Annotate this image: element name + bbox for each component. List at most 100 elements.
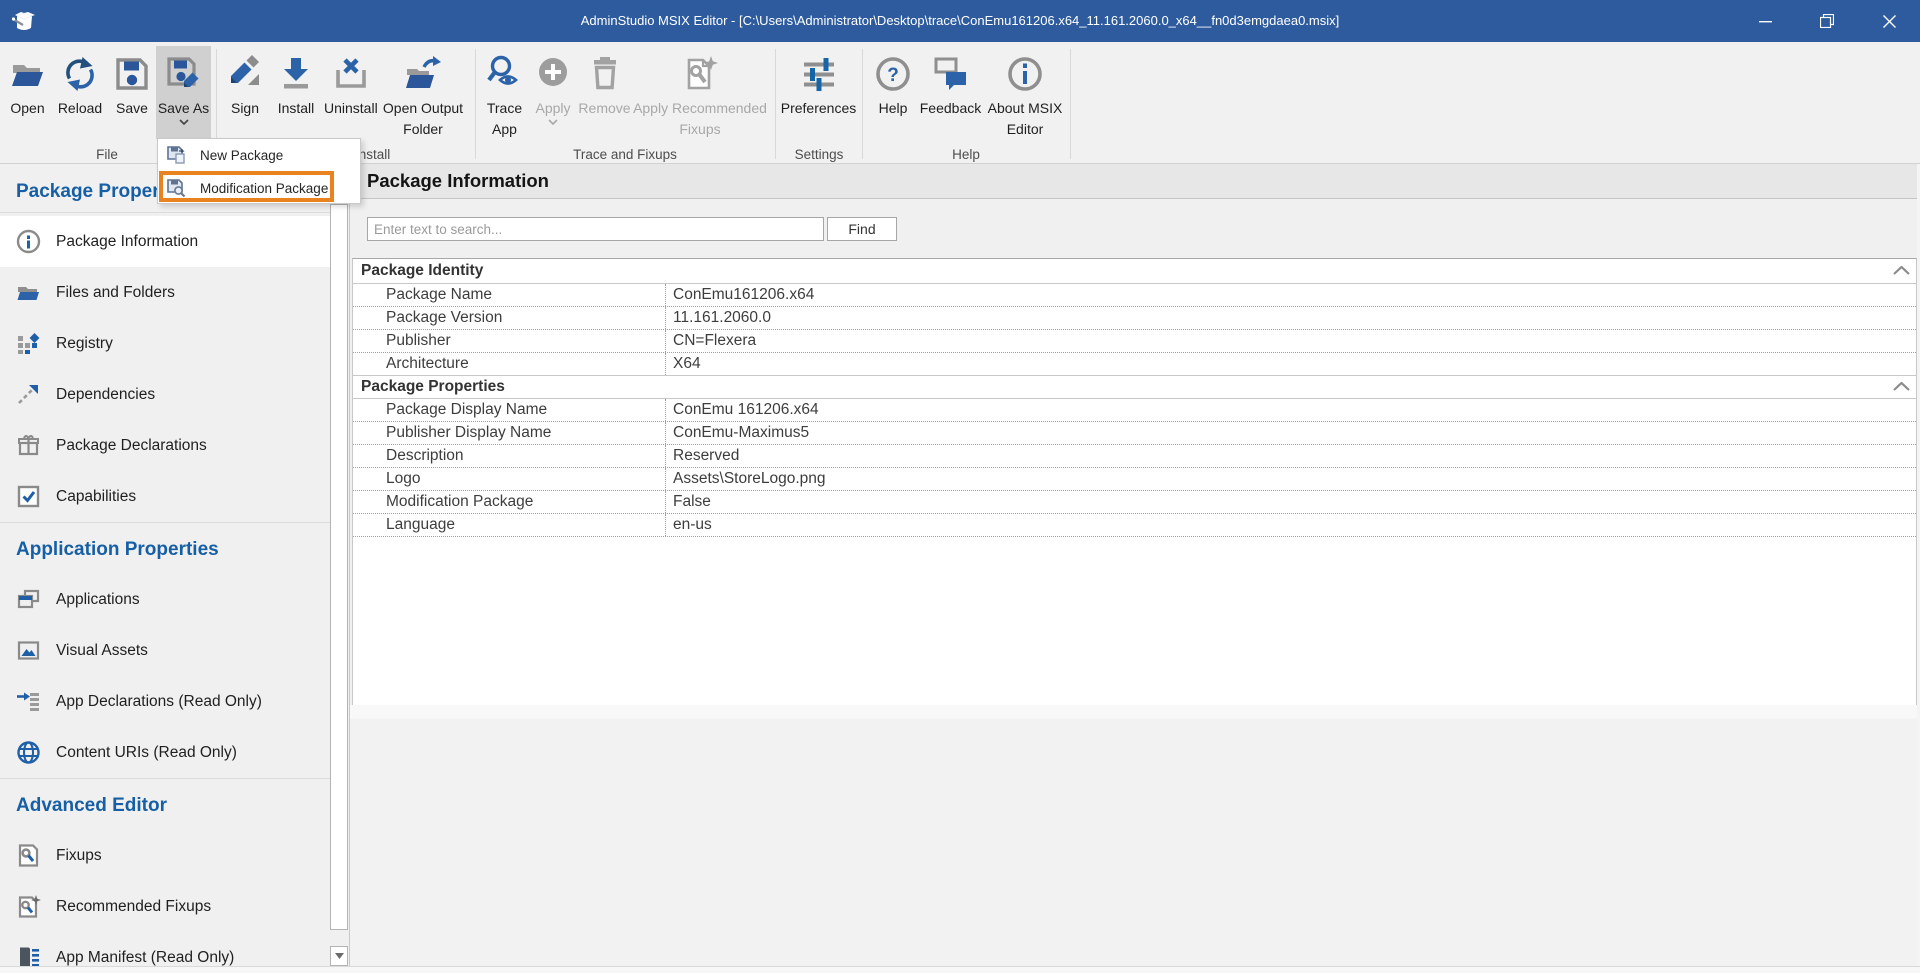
property-value[interactable]: ConEmu-Maximus5	[666, 422, 1916, 444]
table-row[interactable]: Publisher Display Name ConEmu-Maximus5	[353, 422, 1916, 445]
save-as-button[interactable]: Save As	[156, 46, 211, 139]
trace-app-button[interactable]: Trace App	[479, 46, 530, 139]
sidebar-item-label: Visual Assets	[56, 625, 148, 676]
sidebar-item-files-and-folders[interactable]: Files and Folders	[0, 267, 330, 318]
property-value[interactable]: ConEmu161206.x64	[666, 284, 1916, 306]
sidebar-item-label: Recommended Fixups	[56, 881, 211, 932]
open-output-folder-button[interactable]: Open Output Folder	[375, 46, 471, 139]
sign-button[interactable]: Sign	[222, 46, 268, 139]
property-value[interactable]: X64	[666, 353, 1916, 375]
window-title: AdminStudio MSIX Editor - [C:\Users\Admi…	[0, 0, 1920, 42]
sidebar-item-label: Package Information	[56, 216, 198, 267]
ribbon-button-label: Help	[871, 98, 915, 119]
save-button[interactable]: Save	[108, 46, 156, 139]
uninstall-button[interactable]: Uninstall	[324, 46, 377, 139]
group-separator	[1070, 49, 1071, 159]
menu-item-label: New Package	[200, 139, 283, 172]
property-value[interactable]: False	[666, 491, 1916, 513]
sidebar-item-capabilities[interactable]: Capabilities	[0, 471, 330, 522]
sidebar-item-label: Content URIs (Read Only)	[56, 727, 237, 778]
sidebar-item-label: Package Declarations	[56, 420, 207, 471]
table-section-header-package-properties[interactable]: Package Properties	[353, 376, 1916, 399]
info-circle-icon	[16, 229, 41, 254]
table-row[interactable]: Logo Assets\StoreLogo.png	[353, 468, 1916, 491]
ribbon-button-label: Open	[3, 98, 52, 119]
chevron-down-icon	[548, 119, 558, 125]
chevron-up-icon[interactable]	[1893, 382, 1910, 391]
menu-item-new-package[interactable]: New Package	[158, 139, 360, 172]
property-name: Language	[353, 514, 666, 536]
table-row[interactable]: Publisher CN=Flexera	[353, 330, 1916, 353]
table-row[interactable]: Description Reserved	[353, 445, 1916, 468]
sidebar-scrollbar-down-button[interactable]	[330, 946, 348, 966]
sidebar-item-registry[interactable]: Registry	[0, 318, 330, 369]
modification-package-icon	[166, 178, 186, 198]
sidebar-nav: Package Properties Package Information F…	[0, 164, 330, 966]
install-button[interactable]: Install	[268, 46, 324, 139]
sidebar-item-applications[interactable]: Applications	[0, 574, 330, 625]
sidebar-item-recommended-fixups[interactable]: Recommended Fixups	[0, 881, 330, 932]
sidebar-separator	[0, 778, 330, 779]
ribbon-button-label: Preferences	[779, 98, 858, 119]
find-button[interactable]: Find	[827, 217, 897, 241]
apply-button[interactable]: Apply	[530, 46, 576, 139]
help-button[interactable]: ? Help	[871, 46, 915, 139]
preferences-button[interactable]: Preferences	[779, 46, 858, 139]
sidebar-item-label: App Manifest (Read Only)	[56, 932, 234, 966]
property-value[interactable]: ConEmu 161206.x64	[666, 399, 1916, 421]
property-value[interactable]: Assets\StoreLogo.png	[666, 468, 1916, 490]
ribbon-button-label: About MSIX Editor	[983, 98, 1067, 140]
feedback-button[interactable]: Feedback	[915, 46, 986, 139]
table-row[interactable]: Package Name ConEmu161206.x64	[353, 284, 1916, 307]
restore-button[interactable]	[1804, 0, 1850, 42]
table-row[interactable]: Modification Package False	[353, 491, 1916, 514]
close-button[interactable]	[1866, 0, 1912, 42]
property-table: Package Identity Package Name ConEmu1612…	[352, 258, 1917, 705]
sidebar-item-package-declarations[interactable]: Package Declarations	[0, 420, 330, 471]
group-separator	[775, 49, 776, 159]
sidebar-item-visual-assets[interactable]: Visual Assets	[0, 625, 330, 676]
menu-item-modification-package[interactable]: Modification Package	[158, 172, 360, 205]
property-value[interactable]: CN=Flexera	[666, 330, 1916, 352]
image-icon	[16, 638, 41, 663]
page-title: Package Information	[367, 164, 549, 198]
app-windows-icon	[16, 587, 41, 612]
ribbon-group-label-settings: Settings	[779, 147, 859, 163]
ribbon-button-label: Feedback	[915, 98, 986, 119]
sidebar-item-label: Dependencies	[56, 369, 155, 420]
page-header-band: Package Information	[350, 164, 1917, 199]
uninstall-icon	[332, 55, 370, 93]
property-value[interactable]: en-us	[666, 514, 1916, 536]
sidebar-item-dependencies[interactable]: Dependencies	[0, 369, 330, 420]
sidebar-item-app-manifest[interactable]: App Manifest (Read Only)	[0, 932, 330, 966]
open-button[interactable]: Open	[3, 46, 52, 139]
open-output-folder-icon	[404, 55, 442, 93]
chevron-down-icon	[179, 119, 189, 125]
ribbon-button-label: Save As	[156, 98, 211, 119]
save-as-dropdown-menu: New Package Modification Package	[157, 138, 361, 204]
table-row[interactable]: Language en-us	[353, 514, 1916, 537]
sidebar-scrollbar-thumb[interactable]	[330, 204, 348, 930]
about-msix-editor-button[interactable]: About MSIX Editor	[983, 46, 1067, 139]
table-row[interactable]: Architecture X64	[353, 353, 1916, 376]
property-name: Architecture	[353, 353, 666, 375]
restore-icon	[1820, 14, 1834, 28]
sidebar-item-app-declarations[interactable]: App Declarations (Read Only)	[0, 676, 330, 727]
table-row[interactable]: Package Display Name ConEmu 161206.x64	[353, 399, 1916, 422]
property-value[interactable]: Reserved	[666, 445, 1916, 467]
sidebar-item-package-information[interactable]: Package Information	[0, 216, 330, 267]
arrow-list-icon	[16, 689, 41, 714]
chevron-up-icon[interactable]	[1893, 266, 1910, 275]
sidebar-item-content-uris[interactable]: Content URIs (Read Only)	[0, 727, 330, 778]
property-value[interactable]: 11.161.2060.0	[666, 307, 1916, 329]
install-arrow-icon	[277, 55, 315, 93]
reload-button[interactable]: Reload	[52, 46, 108, 139]
remove-button[interactable]: Remove	[576, 46, 633, 139]
sidebar-item-fixups[interactable]: Fixups	[0, 830, 330, 881]
table-row[interactable]: Package Version 11.161.2060.0	[353, 307, 1916, 330]
minimize-button[interactable]	[1742, 0, 1788, 42]
apply-recommended-fixups-button[interactable]: Apply Recommended Fixups	[631, 46, 769, 139]
search-input[interactable]	[367, 217, 824, 241]
ribbon-group-label-install: Install	[355, 147, 435, 163]
table-section-header-package-identity[interactable]: Package Identity	[353, 259, 1916, 284]
